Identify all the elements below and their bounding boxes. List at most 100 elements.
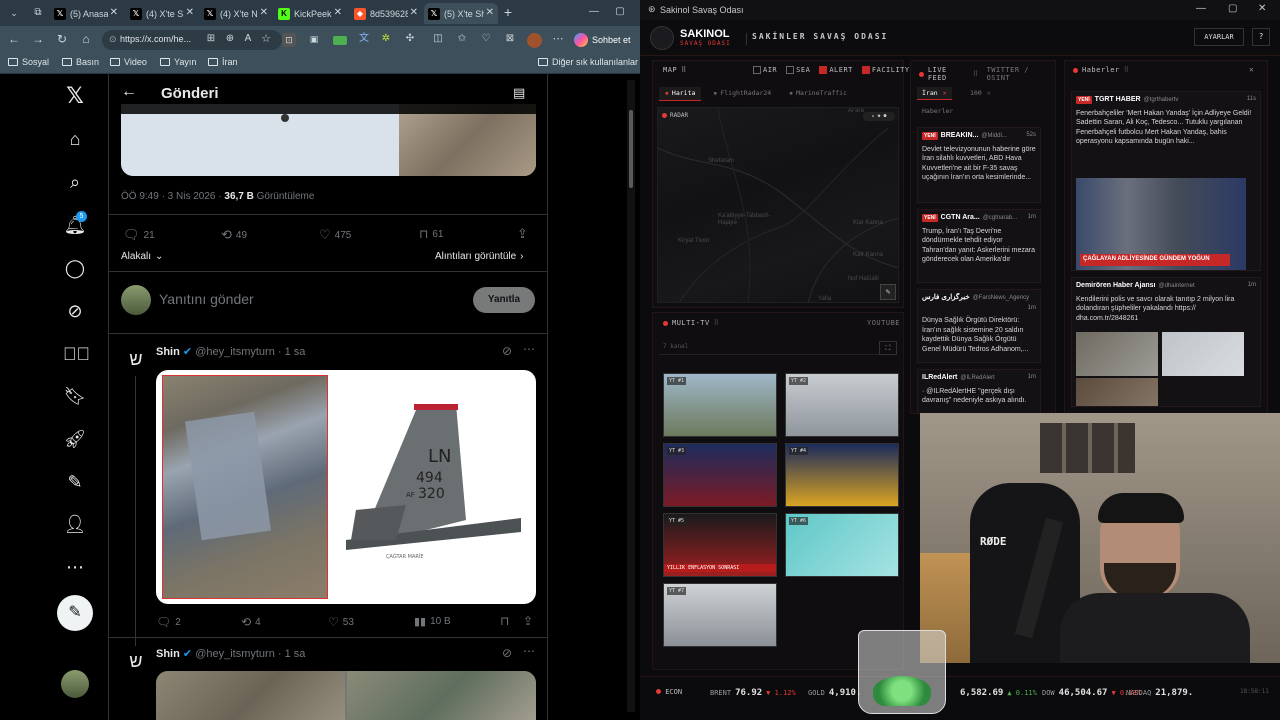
page-scrollbar[interactable] xyxy=(627,80,635,712)
reader-icon[interactable]: ▤ xyxy=(513,85,525,101)
browser-tab[interactable]: 𝕏 (5) X'te Sh ✕ xyxy=(424,3,498,24)
feed-card[interactable]: خبرگزاری فارس @FarsNews_Agency 1m Dünya Sağ… xyxy=(917,289,1041,363)
settings-button[interactable]: AYARLAR xyxy=(1194,28,1244,46)
browser-tab[interactable]: 𝕏 (4) X'te Sı ✕ xyxy=(126,3,198,24)
close-tab-icon[interactable]: ✕ xyxy=(186,7,194,18)
favorites-icon[interactable]: ✩ xyxy=(454,31,470,47)
messages-icon[interactable]: ◯ xyxy=(63,256,87,280)
map-tab[interactable]: ▪ FlightRadar24 xyxy=(707,87,777,101)
tv-channel-tile[interactable]: YT #2 xyxy=(785,373,899,437)
translate-icon[interactable]: 文 xyxy=(356,31,372,47)
share-icon[interactable]: ⇪ xyxy=(517,226,528,242)
map-filter-sea[interactable]: SEA xyxy=(786,66,810,74)
news-card[interactable]: Demirören Haber Ajansı @dhainternet 1m Kend… xyxy=(1071,277,1261,407)
reply-author[interactable]: Shin ✔ @hey_itsmyturn · 1 sa xyxy=(156,345,305,358)
home-icon[interactable]: ⌂ xyxy=(78,31,94,47)
browser-tab[interactable]: 𝕏 (5) Anasay✕ xyxy=(50,3,122,24)
drag-handle-icon[interactable]: ⠿ xyxy=(714,319,720,327)
app-available-icon[interactable]: ⊞ xyxy=(203,31,219,47)
x-logo-icon[interactable]: 𝕏 xyxy=(63,84,87,108)
bookmark-folder[interactable]: Video xyxy=(110,57,147,67)
extension-icon[interactable] xyxy=(333,36,347,45)
favorite-star-icon[interactable]: ☆ xyxy=(258,31,274,47)
zoom-icon[interactable]: ⊕ xyxy=(222,31,238,47)
grok-icon[interactable]: ⊘ xyxy=(63,299,87,323)
reply-media[interactable]: LN 494 AF 320 ÇAĞTAR MARİE xyxy=(156,370,536,604)
close-tab-icon[interactable]: ✕ xyxy=(410,7,418,18)
browser-tab[interactable]: K KickPeek ✕ xyxy=(274,3,346,24)
collections-icon[interactable]: ⊠ xyxy=(502,31,518,47)
jobs-icon[interactable]: 🚀︎ xyxy=(63,427,87,451)
bookmark-folder[interactable]: Basın xyxy=(62,57,99,67)
repost-action[interactable]: ⟲ 49 xyxy=(221,227,247,243)
compose-post-button[interactable]: ✎ xyxy=(57,595,93,631)
post-media[interactable] xyxy=(121,104,536,176)
scrollbar-thumb[interactable] xyxy=(629,110,633,188)
news-card[interactable]: YENİ TGRT HABER @tgrthabertv 11s Fenerbahçel… xyxy=(1071,91,1261,271)
reply-input[interactable]: Yanıtını gönder xyxy=(159,291,254,307)
more-icon[interactable]: ⋯ xyxy=(550,31,566,47)
feed-card[interactable]: ILRedAlert @ILRedAlert 1m · @ILRedAlertHE "… xyxy=(917,369,1041,413)
bookmark-folder[interactable]: İran xyxy=(208,57,238,67)
puzzle-icon[interactable]: ✣ xyxy=(402,31,418,47)
maximize-icon[interactable]: ▢ xyxy=(612,4,628,20)
close-tab-icon[interactable]: ✕ xyxy=(987,89,991,97)
drag-handle-icon[interactable]: ⠿ xyxy=(973,70,979,78)
extension-icon[interactable]: ⊡ xyxy=(282,33,296,47)
profile-icon[interactable]: 👤︎ xyxy=(63,512,87,536)
help-button[interactable]: ? xyxy=(1252,28,1270,46)
feed-card[interactable]: YENİ CGTN Ara... @cgtnarab... 1m Trump, İran… xyxy=(917,209,1041,283)
grok-explain-icon[interactable]: ⊘ xyxy=(502,344,512,358)
feed-tab[interactable]: Haberler xyxy=(917,105,958,117)
feed-card[interactable]: YENİ BREAKIN... @Middl... 52s Devlet televiz… xyxy=(917,127,1041,203)
map-tab[interactable]: ▪ Harita xyxy=(659,87,702,101)
search-icon[interactable]: ⌕ xyxy=(63,170,87,194)
map-filter-air[interactable]: AIR xyxy=(753,66,777,74)
refresh-icon[interactable]: ↻ xyxy=(54,31,70,47)
back-icon[interactable]: ← xyxy=(6,31,22,47)
map-filter-facility[interactable]: FACILITY xyxy=(861,66,910,74)
minimize-icon[interactable]: — xyxy=(586,4,602,20)
reply-action[interactable]: 🗨︎ 2 xyxy=(156,615,181,629)
minimize-icon[interactable]: — xyxy=(1196,3,1206,14)
maximize-icon[interactable]: ▢ xyxy=(1228,3,1237,14)
browser-tab[interactable]: 𝕏 (4) X'te N ✕ xyxy=(200,3,272,24)
tab-list-icon[interactable]: ⌄ xyxy=(6,5,22,21)
edit-map-icon[interactable]: ✎ xyxy=(880,284,896,300)
more-circle-icon[interactable]: ⋯ xyxy=(63,555,87,579)
back-arrow-icon[interactable]: ← xyxy=(121,83,137,101)
map-filter-alert[interactable]: ALERT xyxy=(819,66,853,74)
bookmark-folder[interactable]: Sosyal xyxy=(8,57,49,67)
close-panel-icon[interactable]: ✕ xyxy=(1249,65,1254,74)
reply-author[interactable]: Shin ✔ @hey_itsmyturn · 1 sa xyxy=(156,647,305,660)
bookmark-icon[interactable]: ⊓ xyxy=(500,614,509,628)
bookmark-folder[interactable]: Yayın xyxy=(160,57,196,67)
channel-search-input[interactable]: 7 kanal xyxy=(659,339,879,355)
like-action[interactable]: ♡ 53 xyxy=(328,615,354,629)
shin-avatar[interactable]: ש xyxy=(121,344,151,374)
tv-channel-tile[interactable]: YT #5 YILLIK ENFLASYON SONRASI xyxy=(663,513,777,577)
heart-icon[interactable]: ♡ xyxy=(478,31,494,47)
extension-icon[interactable]: ✲ xyxy=(378,31,394,47)
related-dropdown[interactable]: Alakalı ⌄ xyxy=(121,251,163,262)
close-tab-icon[interactable]: ✕ xyxy=(110,7,118,18)
reply-button[interactable]: Yanıtla xyxy=(473,287,535,313)
more-options-icon[interactable]: ⋯ xyxy=(523,342,535,356)
tv-channel-tile[interactable]: YT #6 xyxy=(785,513,899,577)
browser-tab[interactable]: ◆ 8d539628 ✕ xyxy=(350,3,422,24)
grok-explain-icon[interactable]: ⊘ xyxy=(502,646,512,660)
map-tab[interactable]: ▪ MarineTraffic xyxy=(783,87,853,101)
workspaces-icon[interactable]: ⧉ xyxy=(30,5,46,21)
copilot-chat-button[interactable]: Sohbet et xyxy=(574,30,631,50)
verified-icon[interactable]: ✓⃝ xyxy=(63,342,90,366)
home-icon[interactable]: ⌂ xyxy=(63,127,87,151)
bookmarks-icon[interactable]: 🔖︎ xyxy=(63,384,87,408)
profile-avatar[interactable] xyxy=(527,33,542,48)
drag-handle-icon[interactable]: ⠿ xyxy=(1124,66,1130,74)
close-icon[interactable]: ✕ xyxy=(1258,3,1266,14)
tv-channel-tile[interactable]: YT #4 xyxy=(785,443,899,507)
view-quotes-link[interactable]: Alıntıları görüntüle › xyxy=(435,251,524,262)
close-tab-icon[interactable]: ✕ xyxy=(486,7,494,18)
repost-action[interactable]: ⟲ 4 xyxy=(241,615,261,629)
new-tab-icon[interactable]: + xyxy=(500,4,516,20)
